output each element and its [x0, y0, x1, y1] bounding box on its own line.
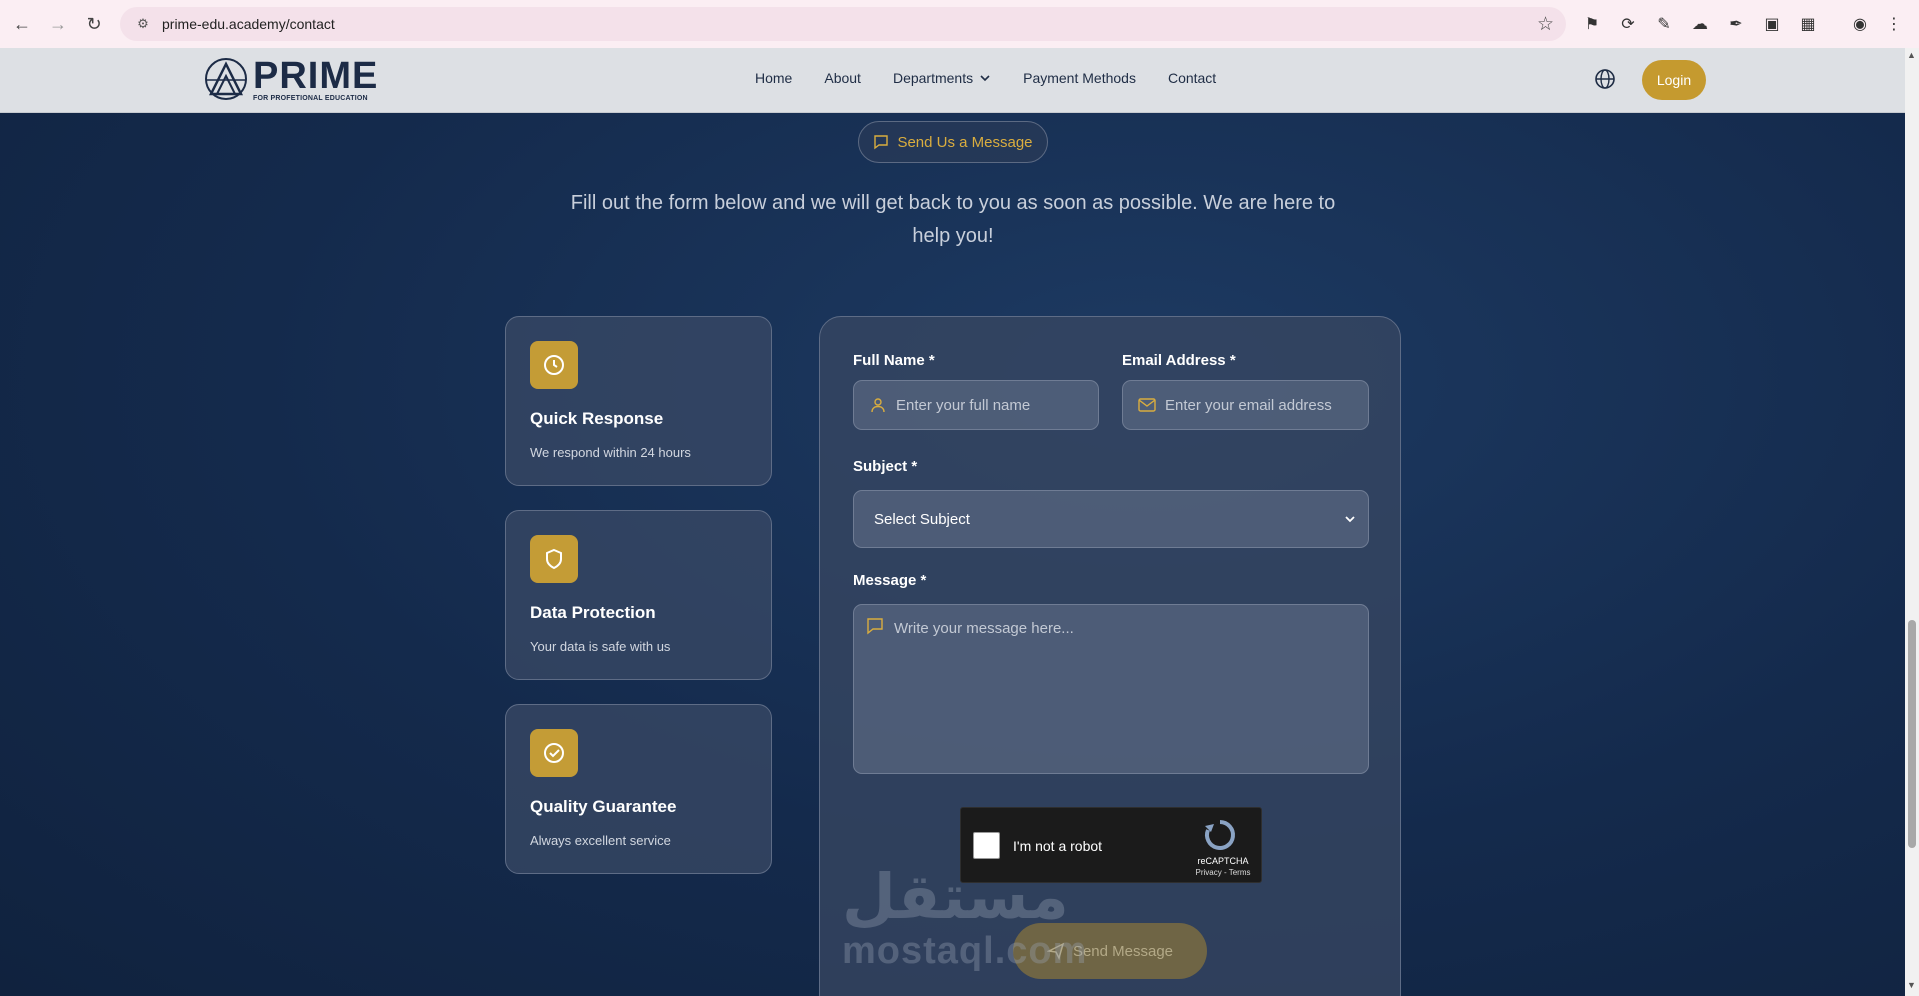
feature-desc: Always excellent service [530, 833, 671, 848]
feature-desc: Your data is safe with us [530, 639, 671, 654]
feature-desc: We respond within 24 hours [530, 445, 691, 460]
recaptcha-logo-icon [1205, 820, 1235, 850]
nav-departments[interactable]: Departments [893, 70, 991, 86]
feature-title: Quick Response [530, 409, 664, 428]
nav-contact[interactable]: Contact [1168, 70, 1216, 86]
subject-label: Subject * [853, 458, 918, 475]
subject-selected-value: Select Subject [874, 510, 970, 528]
language-globe-icon[interactable] [1594, 68, 1616, 90]
login-button[interactable]: Login [1642, 60, 1706, 100]
full-name-field[interactable] [853, 380, 1099, 430]
scroll-down-arrow-icon[interactable]: ▼ [1907, 980, 1916, 990]
site-settings-icon[interactable]: ⚙ [134, 15, 152, 33]
site-header: PRIME FOR PROFETIONAL EDUCATION Home Abo… [0, 48, 1905, 113]
logo-emblem-icon [205, 58, 247, 100]
nav-payment-methods[interactable]: Payment Methods [1023, 70, 1136, 86]
main-nav: Home About Departments Payment Methods C… [755, 70, 1248, 86]
feature-title: Quality Guarantee [530, 797, 677, 816]
email-field[interactable] [1122, 380, 1369, 430]
send-message-label: Send Message [1072, 942, 1174, 960]
send-message-badge-label: Send Us a Message [897, 133, 1033, 151]
bookmark-star-icon[interactable]: ☆ [1537, 13, 1554, 36]
message-placeholder: Write your message here... [894, 620, 1074, 637]
chat-bubble-icon [874, 135, 889, 150]
nav-departments-label: Departments [892, 70, 974, 86]
url-text[interactable]: prime-edu.academy/contact [162, 16, 335, 32]
scroll-up-arrow-icon[interactable]: ▲ [1907, 50, 1916, 60]
page-scrollbar[interactable]: ▲ ▼ [1905, 48, 1919, 996]
chevron-down-icon [980, 75, 990, 82]
intro-text: Fill out the form below and we will get … [570, 192, 1336, 247]
browser-toolbar: ← → ↻ ⚙ prime-edu.academy/contact ☆ ⚑ ⟳ … [0, 0, 1919, 48]
user-icon [868, 395, 888, 415]
email-input[interactable] [1165, 396, 1345, 414]
full-name-label: Full Name * [853, 352, 935, 369]
check-circle-icon [530, 729, 578, 777]
address-bar[interactable]: ⚙ prime-edu.academy/contact ☆ [120, 7, 1566, 41]
full-name-input[interactable] [896, 396, 1076, 414]
extension-icon-4[interactable]: ☁ [1688, 12, 1712, 36]
extension-icon-2[interactable]: ⟳ [1616, 12, 1640, 36]
extensions-puzzle-icon[interactable]: ▦ [1796, 12, 1820, 36]
extension-icon-1[interactable]: ⚑ [1580, 12, 1604, 36]
recaptcha-checkbox[interactable] [973, 832, 1000, 859]
mail-icon [1137, 395, 1157, 415]
subject-select[interactable]: Select Subject [853, 490, 1369, 548]
watermark-arabic: مستقل [842, 860, 1069, 933]
feature-title: Data Protection [530, 603, 656, 622]
extension-icon-6[interactable]: ▣ [1760, 12, 1784, 36]
recaptcha-terms[interactable]: Privacy - Terms [1193, 868, 1253, 877]
chat-bubble-icon [867, 618, 883, 635]
send-message-badge: Send Us a Message [858, 121, 1048, 163]
extension-icon-5[interactable]: ✒ [1724, 12, 1748, 36]
message-textarea[interactable]: Write your message here... [853, 604, 1369, 774]
logo[interactable]: PRIME FOR PROFETIONAL EDUCATION [203, 54, 378, 104]
profile-avatar-icon[interactable]: ◉ [1848, 12, 1872, 36]
reload-icon[interactable]: ↻ [80, 10, 108, 38]
logo-subtitle: FOR PROFETIONAL EDUCATION [253, 94, 368, 102]
feature-card-quality-guarantee: Quality Guarantee Always excellent servi… [505, 704, 772, 874]
clock-icon [530, 341, 578, 389]
scrollbar-thumb[interactable] [1908, 620, 1916, 848]
nav-home[interactable]: Home [755, 70, 792, 86]
nav-about[interactable]: About [824, 70, 861, 86]
chevron-down-icon [1345, 516, 1355, 523]
extension-icon-3[interactable]: ✎ [1652, 12, 1676, 36]
browser-menu-icon[interactable]: ⋮ [1882, 12, 1906, 36]
watermark-latin: mostaql.com [842, 930, 1088, 972]
email-label: Email Address * [1122, 352, 1236, 369]
watermark-logo: مستقل mostaql.com [842, 860, 1086, 980]
recaptcha-brand: reCAPTCHA [1197, 856, 1249, 866]
feature-card-quick-response: Quick Response We respond within 24 hour… [505, 316, 772, 486]
shield-icon [530, 535, 578, 583]
feature-card-data-protection: Data Protection Your data is safe with u… [505, 510, 772, 680]
logo-title: PRIME [253, 54, 379, 97]
recaptcha-label: I'm not a robot [1013, 838, 1103, 854]
back-icon[interactable]: ← [8, 10, 36, 38]
forward-icon[interactable]: → [44, 10, 72, 38]
message-label: Message * [853, 572, 927, 589]
